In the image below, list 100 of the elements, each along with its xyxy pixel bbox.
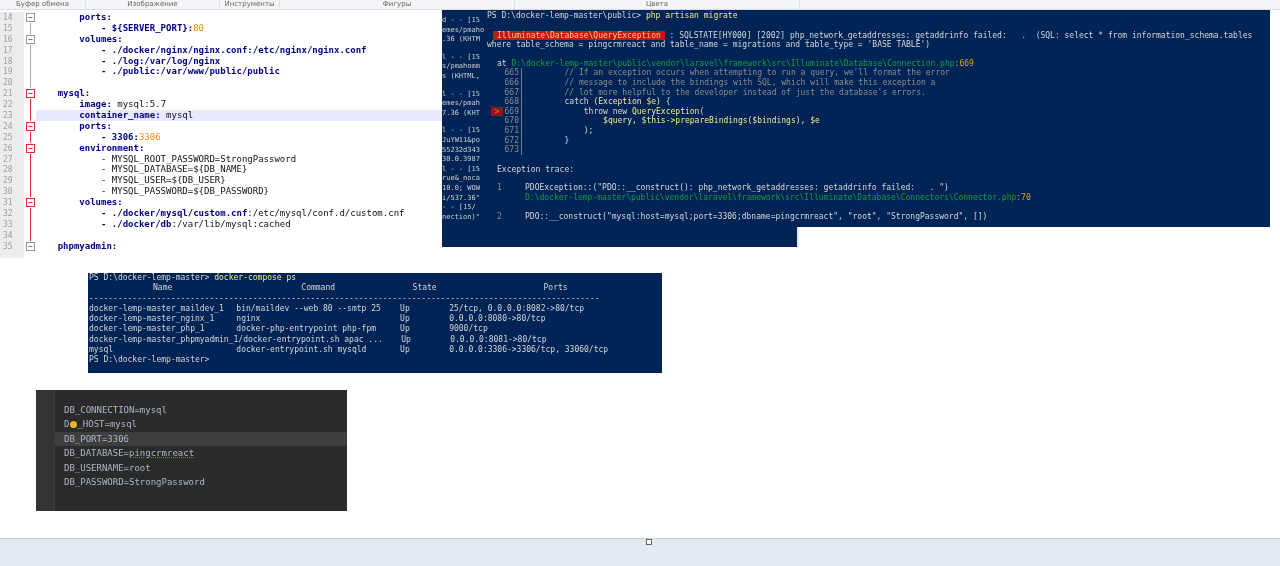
code-line: volumes: [78,197,124,209]
line-number: 28 [2,165,14,175]
code-line: - ./public:/var/www/public/public [100,66,281,78]
code-line: image: mysql:5.7 [79,99,168,110]
column-header: Name [152,283,174,294]
code-text: DB_DATABASE= [64,447,130,461]
fold-minus-icon[interactable] [25,88,35,100]
code-line: - MYSQL_ROOT_PASSWORD=StrongPassword [100,153,298,165]
line-number: 667 [503,87,522,98]
line-number: 669 [503,106,522,117]
line-number: 26 [2,143,14,153]
line-number: 668 [503,97,522,107]
line-number: 23 [2,110,14,120]
code-line: ports: [78,12,113,23]
table-cell-text: bin/maildev --web 80 --smtp 25 [236,303,382,314]
table-cell-text: Up [400,314,411,324]
code-line: // If an exception occurs when attempting to run a query, we'll format the error [564,68,950,78]
trace-call: PDO::__construct("mysql:host=mysql;port=3306;dbname=pingcrmreact", "root", "StrongPassword", []) [525,211,988,222]
line-number: 17 [2,45,14,55]
table-cell-text: 0.0.0.0:3306->3306/tcp, 33060/tcp [449,345,610,356]
file-location: at D:\docker-lemp-master\public\vendor\laravel\framework\src\Illuminate\Database\Connection.php:669 [496,58,974,69]
fold-minus-icon[interactable] [25,11,35,23]
fold-minus-icon[interactable] [25,197,35,209]
command-line: PS D:\docker-lemp-master\public> php artisan migrate [487,11,738,21]
code-line: ); [582,125,594,136]
table-cell-text: 9000/tcp [449,324,489,335]
trace-title: Exception trace: [497,164,575,175]
lightbulb-icon[interactable] [69,421,77,429]
code-line: - MYSQL_DATABASE=${DB_NAME} [100,164,249,176]
exception-badge: Illuminate\Database\QueryException [493,30,665,41]
line-number: 14 [2,12,14,22]
code-line: ports: [78,120,113,132]
table-rule: ---------------------------------------------------------------------------------------------------------- [89,293,600,304]
resize-handle[interactable] [646,539,652,545]
error-message: where table_schema = pingcrmreact and table_name = migrations and table_type = 'BASE TABLE') [487,40,931,50]
code-text: DB_USERNAME=root [64,461,151,475]
code-text: D [64,418,70,432]
code-line: - ./docker/nginx/nginx.conf:/etc/nginx/nginx.conf [100,44,368,56]
fold-minus-icon[interactable] [25,33,35,45]
code-line: mysql: [56,88,91,100]
column-header: Ports [542,283,569,294]
code-text: DB_PORT=3306 [64,432,130,446]
table-cell-text: Up [400,324,411,335]
code-line: phpmyadmin: [56,240,119,252]
line-number: 21 [2,89,14,99]
code-line: volumes: [78,33,124,45]
line-number: 15 [2,23,14,33]
code-text: DB_PASSWORD=StrongPassword [64,475,205,489]
table-cell-text: docker-entrypoint.sh mysqld [236,345,368,356]
table-cell-text: docker-lemp-master_phpmyadmin_1 [89,334,239,345]
table-cell-text: docker-lemp-master_nginx_1 [89,314,216,325]
code-text: pingcrmreact [129,447,195,461]
trace-call: PDOException::("PDO::__construct(): php_network_getaddresses: getaddrinfo failed: . ") [525,183,949,193]
code-line: // lot more helpful to the developer instead of just the database's errors. [563,87,926,98]
code-text: _HOST=mysql [77,418,138,432]
file-location: D:\docker-lemp-master\public\vendor\laravel\framework\src\Illuminate\Database\Connectors\Connector.php:70 [525,192,1031,203]
line-number: 35 [2,241,14,251]
code-line: - ./docker/mysql/custom.cnf:/etc/mysql/conf.d/custom.cnf [100,208,406,219]
code-line: - ./log:/var/log/nginx [100,55,221,67]
table-cell-text: 0.0.0.0:8080->80/tcp [449,314,547,324]
line-number: 24 [2,121,14,131]
fold-minus-icon[interactable] [25,120,35,132]
fold-minus-icon[interactable] [25,240,35,252]
code-line: - ./docker/db:/var/lib/mysql:cached [100,218,292,230]
line-number: 32 [2,208,14,218]
code-line: environment: [78,142,146,154]
table-cell-text: 25/tcp, 0.0.0.0:8082->80/tcp [449,303,586,314]
table-cell-text: nginx [236,314,262,324]
line-number: 670 [503,116,522,126]
line-number: 33 [2,219,14,229]
line-number: 29 [2,176,14,186]
line-number: 25 [2,132,14,142]
code-text: DB_CONNECTION=mysql [64,404,167,417]
table-cell-text: docker-lemp-master_maildev_1 [89,303,225,314]
fold-minus-icon[interactable] [25,142,35,154]
line-number: 666 [503,77,522,88]
table-cell-text: docker-lemp-master_php_1 [89,324,205,335]
command-line: PS D:\docker-lemp-master> [89,355,210,366]
code-line: $query, $this->prepareBindings($bindings), $e [602,116,820,126]
column-header: Command [300,283,337,294]
line-number: 27 [2,154,14,164]
command-line: PS D:\docker-lemp-master> docker-compose ps [89,273,297,283]
line-number: 673 [503,145,522,155]
column-header: State [411,283,438,294]
table-cell-text: Up [400,345,411,356]
table-cell-text: Up [401,334,412,345]
table-cell-text: docker-php-entrypoint php-fpm [236,324,378,335]
table-cell-text: 0.0.0.0:8081->80/tcp [450,334,548,345]
line-number: 671 [503,125,522,136]
line-number: 18 [2,56,14,66]
code-line: - 3306:3306 [100,131,162,143]
line-number: 31 [2,198,14,208]
code-line: - MYSQL_PASSWORD=${DB_PASSWORD} [100,186,270,198]
code-line: } [563,135,570,146]
code-line: // message to include the bindings with SQL, which will make this exception a [563,77,936,88]
line-number: 20 [2,78,14,88]
line-number: 672 [503,135,522,146]
line-number: 22 [2,100,14,110]
code-line: - MYSQL_USER=${DB_USER} [100,175,227,187]
error-message: : SQLSTATE[HY000] [2002] php_network_getaddresses: getaddrinfo failed: . (SQL: select * from information_schema.tables [668,30,1253,41]
